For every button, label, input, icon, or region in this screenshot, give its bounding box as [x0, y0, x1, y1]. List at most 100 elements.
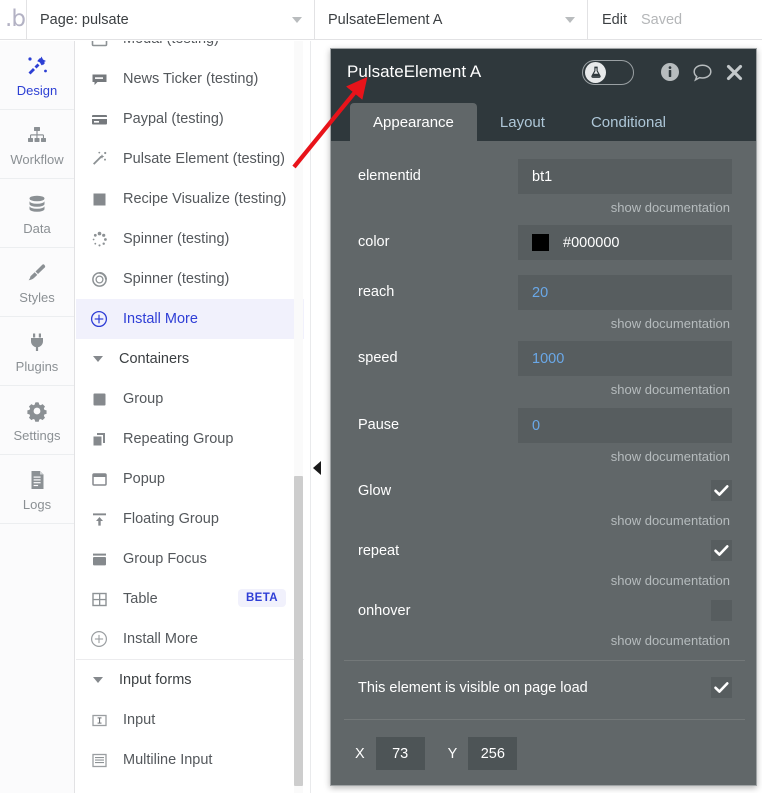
sidebar-item-workflow[interactable]: Workflow [0, 110, 74, 179]
app-root: .b Page: pulsate PulsateElement A Edit S… [0, 0, 762, 793]
install-more-button[interactable]: Install More [76, 299, 304, 339]
list-item[interactable]: Spinner (testing) [76, 219, 304, 259]
card-icon [89, 109, 109, 129]
sidebar-item-styles[interactable]: Styles [0, 248, 74, 317]
tab-layout[interactable]: Layout [477, 103, 568, 141]
list-item-pulsate-element[interactable]: Pulsate Element (testing) [76, 139, 304, 179]
show-documentation-link[interactable]: show documentation [611, 316, 730, 331]
x-input[interactable]: 73 [375, 737, 425, 770]
list-item[interactable]: Floating Group [76, 499, 304, 539]
list-item-label: Group [123, 391, 164, 407]
property-editor-header: PulsateElement A [331, 49, 756, 95]
list-scrollbar-thumb[interactable] [294, 476, 303, 786]
sidebar-item-design[interactable]: Design [0, 41, 74, 110]
list-item[interactable]: Group Focus BETA [76, 539, 304, 579]
list-item[interactable]: Paypal (testing) [76, 99, 304, 139]
element-selector[interactable]: PulsateElement A [315, 0, 587, 40]
onhover-checkbox[interactable] [711, 600, 732, 621]
show-documentation-link[interactable]: show documentation [611, 633, 730, 648]
sidebar-item-label: Settings [13, 427, 61, 443]
list-item-label: Install More [123, 631, 198, 647]
show-documentation-link[interactable]: show documentation [611, 449, 730, 464]
sidebar-item-label: Plugins [15, 358, 59, 374]
section-label: Containers [119, 351, 190, 367]
info-icon[interactable] [660, 62, 680, 82]
ticker-icon [89, 69, 109, 89]
bubble-logo[interactable]: .b [0, 0, 26, 40]
list-item-label: News Ticker (testing) [123, 71, 259, 87]
list-item-table[interactable]: Table BETA [76, 579, 304, 619]
sidebar-item-logs[interactable]: Logs [0, 455, 74, 524]
tab-conditional[interactable]: Conditional [568, 103, 689, 141]
list-item[interactable]: Input [76, 700, 304, 740]
page-selector-label: Page: pulsate [40, 11, 129, 28]
list-item[interactable]: Group [76, 379, 304, 419]
show-documentation-link[interactable]: show documentation [611, 200, 730, 215]
field-label: Glow [358, 483, 392, 499]
left-nav-rail: Design Workflow Data Styles Plugins Sett… [0, 41, 75, 793]
section-containers[interactable]: Containers [76, 339, 304, 379]
element-list-scroll: Modal (testing) News Ticker (testing) Pa… [76, 41, 304, 780]
property-editor: PulsateElement A Appearance Layout Condi… [330, 48, 757, 786]
flask-icon [585, 61, 606, 83]
color-input[interactable]: #000000 [518, 225, 732, 260]
bubble-logo-glyph: .b [5, 6, 26, 32]
field-value: #000000 [563, 234, 620, 251]
edit-button[interactable]: Edit [588, 12, 627, 28]
install-more-containers-button[interactable]: Install More [76, 619, 304, 659]
field-value: 0 [532, 417, 541, 434]
x-value: 73 [392, 745, 409, 762]
y-input[interactable]: 256 [468, 737, 518, 770]
page-selector[interactable]: Page: pulsate [27, 0, 314, 40]
group-icon [89, 389, 109, 409]
list-item-label: Paypal (testing) [123, 111, 224, 127]
reach-input[interactable]: 20 [518, 275, 732, 310]
sidebar-item-label: Logs [22, 496, 52, 512]
comment-icon[interactable] [692, 62, 713, 83]
visible-on-load-checkbox[interactable] [711, 677, 732, 698]
field-value: bt1 [532, 168, 553, 185]
section-input-forms[interactable]: Input forms [76, 660, 304, 700]
list-item[interactable]: Modal (testing) [76, 41, 304, 59]
list-item[interactable]: Recipe Visualize (testing) [76, 179, 304, 219]
list-item[interactable]: Popup [76, 459, 304, 499]
list-item[interactable]: News Ticker (testing) [76, 59, 304, 99]
show-documentation-link[interactable]: show documentation [611, 513, 730, 528]
glow-checkbox[interactable] [711, 480, 732, 501]
list-item[interactable]: Multiline Input [76, 740, 304, 780]
caret-down-icon [93, 356, 103, 362]
sidebar-item-data[interactable]: Data [0, 179, 74, 248]
elementid-input[interactable]: bt1 [518, 159, 732, 194]
collapse-panel-handle[interactable] [313, 461, 321, 475]
divider [344, 660, 745, 661]
list-item-label: Input [123, 712, 156, 728]
color-swatch[interactable] [532, 234, 549, 251]
field-label: onhover [358, 603, 411, 619]
list-item-label: Popup [123, 471, 165, 487]
input-icon [89, 710, 109, 730]
show-documentation-link[interactable]: show documentation [611, 573, 730, 588]
floating-group-icon [89, 509, 109, 529]
property-editor-title: PulsateElement A [347, 62, 482, 81]
property-editor-body: elementid bt1 show documentation color #… [331, 141, 756, 785]
field-label: reach [358, 284, 395, 300]
pause-input[interactable]: 0 [518, 408, 732, 443]
sidebar-item-plugins[interactable]: Plugins [0, 317, 74, 386]
repeating-group-icon [89, 429, 109, 449]
list-item-label: Recipe Visualize (testing) [123, 191, 287, 207]
list-item-label: Table [123, 591, 158, 607]
show-documentation-link[interactable]: show documentation [611, 382, 730, 397]
plugins-icon [24, 329, 50, 355]
sidebar-item-settings[interactable]: Settings [0, 386, 74, 455]
flask-toggle[interactable] [582, 59, 634, 85]
element-list-panel: Modal (testing) News Ticker (testing) Pa… [76, 41, 311, 793]
speed-input[interactable]: 1000 [518, 341, 732, 376]
field-label: elementid [358, 168, 421, 184]
close-icon[interactable] [725, 63, 744, 82]
group-focus-icon [89, 549, 109, 569]
popup-icon [89, 469, 109, 489]
repeat-checkbox[interactable] [711, 540, 732, 561]
list-item[interactable]: Spinner (testing) [76, 259, 304, 299]
tab-appearance[interactable]: Appearance [350, 103, 477, 141]
list-item[interactable]: Repeating Group [76, 419, 304, 459]
